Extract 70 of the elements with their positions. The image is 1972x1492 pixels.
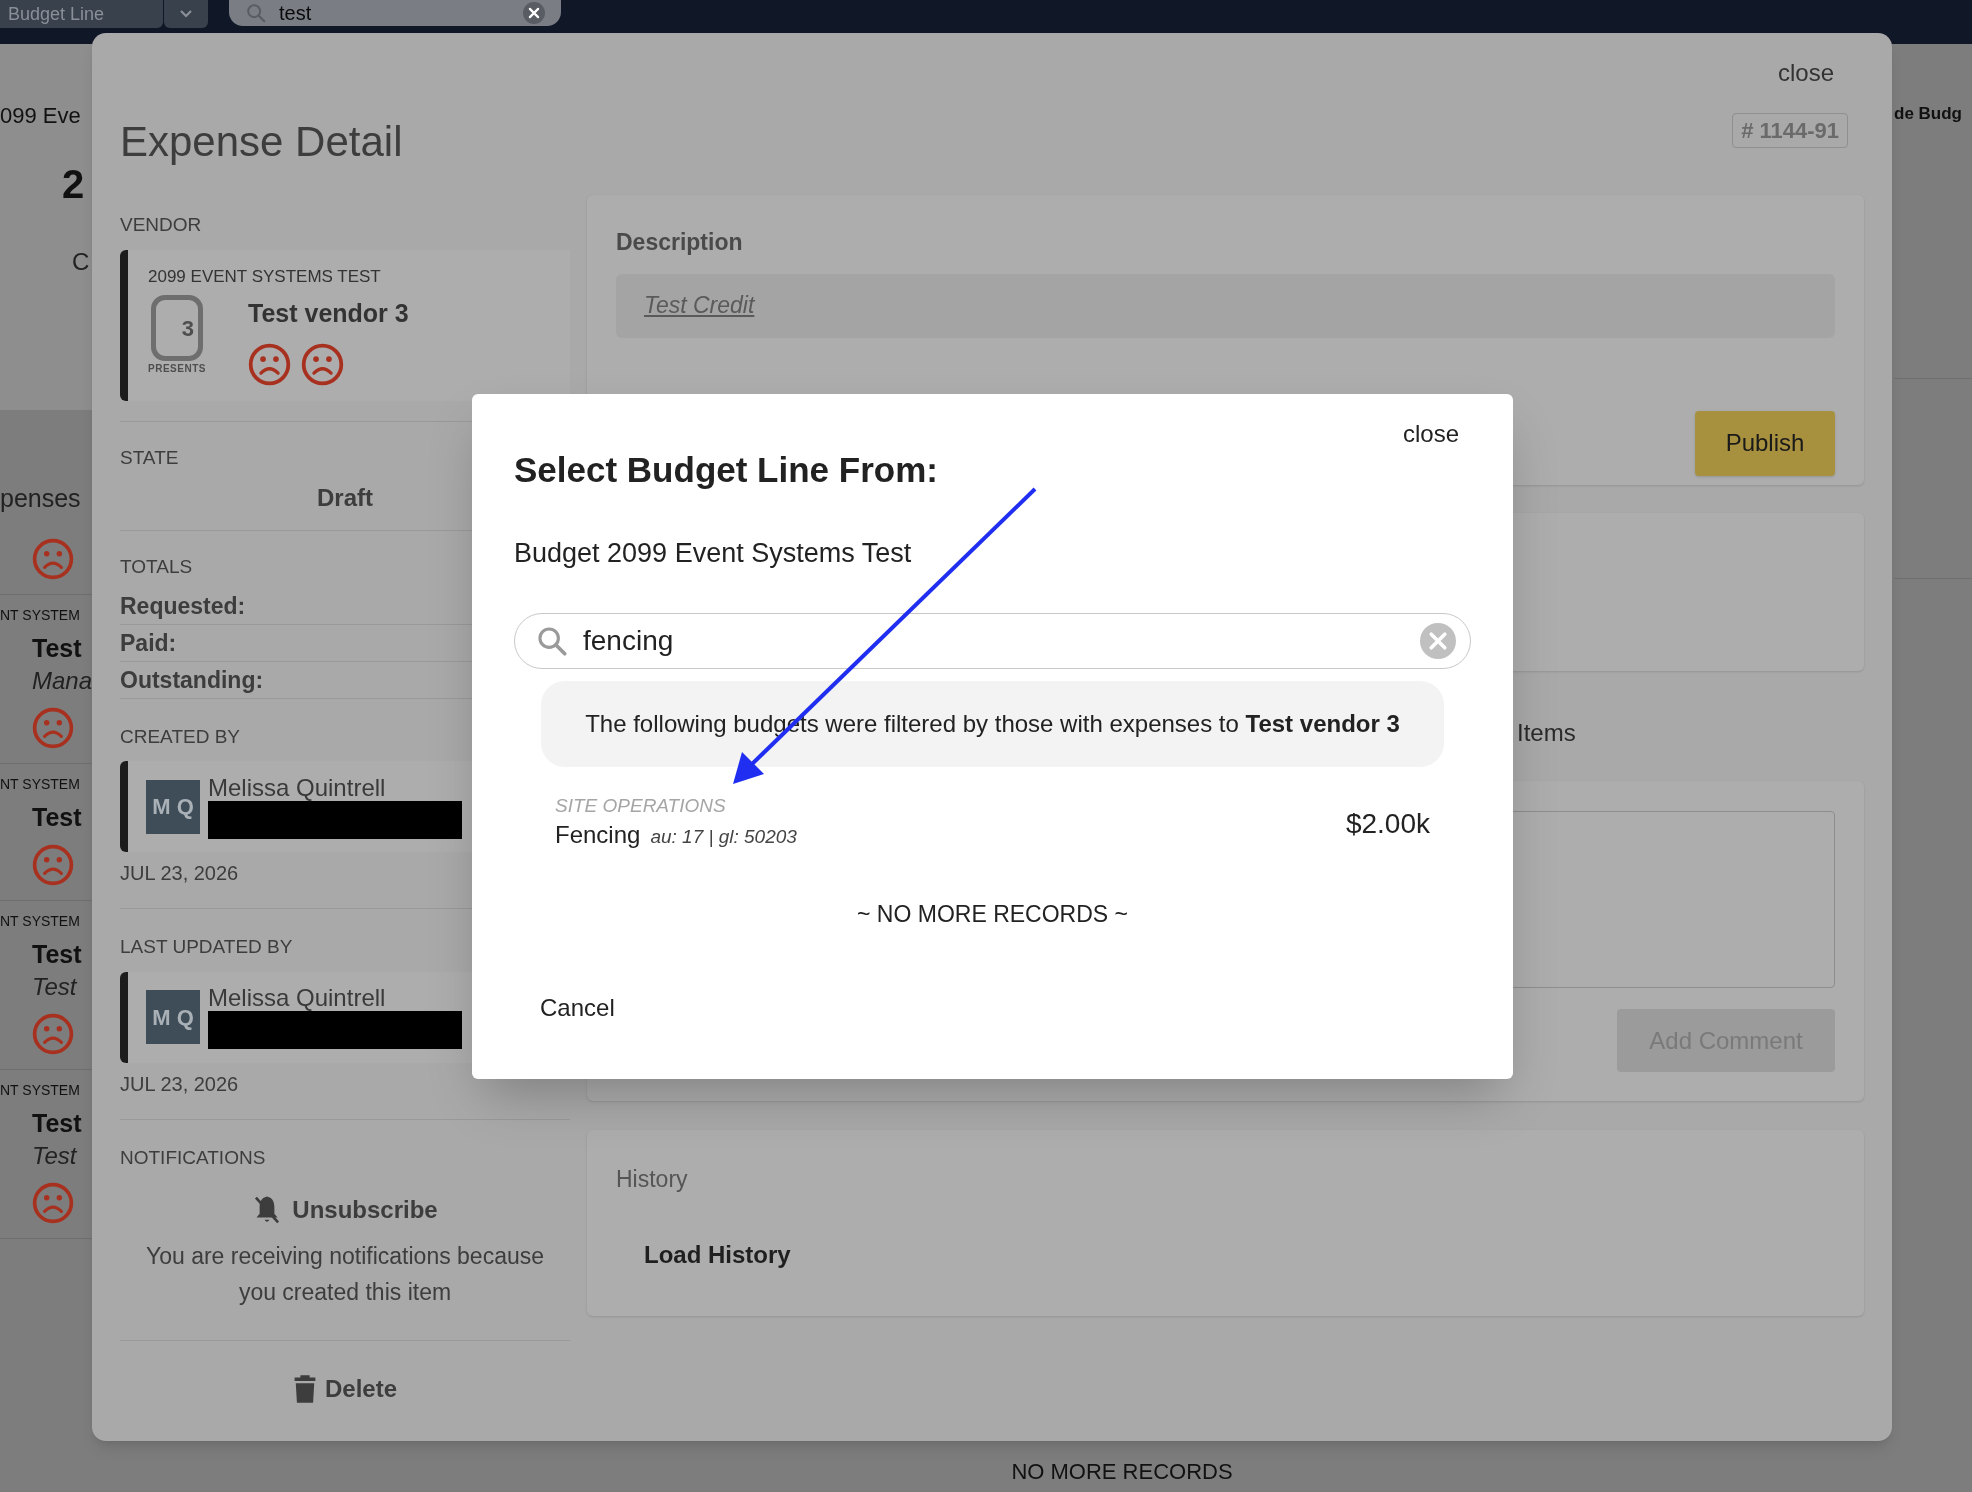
item-note: Mana bbox=[32, 665, 92, 696]
modal-close-button[interactable]: close bbox=[1402, 416, 1459, 452]
publish-button[interactable]: Publish bbox=[1695, 410, 1835, 476]
history-label: History bbox=[616, 1165, 689, 1194]
line-codes: au: 17 | gl: 50203 bbox=[650, 825, 797, 849]
caption-text: C bbox=[71, 247, 91, 277]
item-name: Test bbox=[32, 632, 83, 664]
sad-face-icon bbox=[32, 1012, 74, 1055]
expense-number-badge: # 1144-91 bbox=[1732, 113, 1848, 148]
sad-face-icon bbox=[248, 342, 291, 386]
sad-face-icon bbox=[301, 342, 344, 386]
item-group: NT SYSTEM bbox=[0, 910, 92, 931]
notification-note: You are receiving notifications because you created this item bbox=[144, 1242, 546, 1307]
item-note: Test bbox=[32, 1140, 78, 1171]
description-label: Description bbox=[616, 228, 744, 257]
item-group: NT SYSTEM bbox=[0, 773, 92, 794]
cancel-button[interactable]: Cancel bbox=[540, 989, 615, 1026]
trash-icon bbox=[292, 1374, 317, 1404]
item-group: NT SYSTEM bbox=[0, 604, 92, 625]
vendor-name: Test vendor 3 bbox=[248, 298, 409, 329]
no-more-records-text: ~ NO MORE RECORDS ~ bbox=[857, 900, 1128, 929]
dropdown-caret-icon[interactable] bbox=[164, 0, 208, 28]
item-note: Test bbox=[32, 971, 78, 1002]
budget-line-row[interactable]: SITE OPERATIONS Fencing au: 17 | gl: 50203 $2.00k bbox=[541, 795, 1444, 853]
sad-face-icon bbox=[32, 706, 74, 749]
item-name: Test bbox=[32, 938, 83, 970]
search-icon bbox=[535, 624, 569, 658]
items-heading: Items bbox=[1517, 718, 1576, 748]
logo-caption: PRESENTS bbox=[148, 362, 206, 376]
search-value: test bbox=[279, 2, 313, 24]
line-group: SITE OPERATIONS bbox=[555, 795, 797, 817]
sad-face-icon bbox=[32, 537, 74, 580]
dialog-title: Expense Detail bbox=[120, 117, 403, 167]
sad-face-icon bbox=[32, 1181, 74, 1224]
avatar-initials: M Q bbox=[146, 779, 200, 834]
item-group: NT SYSTEM bbox=[0, 1079, 92, 1100]
section-label: VENDOR bbox=[120, 213, 203, 237]
date-text: JUL 23, 2026 bbox=[120, 861, 240, 886]
description-field[interactable]: Test Credit bbox=[616, 273, 1835, 338]
person-name: Melissa Quintrell bbox=[208, 985, 387, 1011]
section-label: CREATED BY bbox=[120, 724, 241, 749]
section-label: LAST UPDATED BY bbox=[120, 935, 294, 959]
close-button[interactable]: close bbox=[1777, 55, 1834, 91]
modal-title: Select Budget Line From: bbox=[514, 449, 938, 491]
state-value: Draft bbox=[317, 483, 373, 513]
item-name: Test bbox=[32, 1107, 83, 1139]
clear-icon[interactable] bbox=[523, 2, 545, 24]
vendor-card[interactable]: 2099 EVENT SYSTEMS TEST 3 PRESENTS Test vendor 3 bbox=[120, 249, 570, 401]
logo-mark: 3 bbox=[181, 314, 194, 343]
budget-header-text: de Budg bbox=[1894, 103, 1963, 125]
section-title: penses bbox=[0, 483, 82, 514]
budget-line-dropdown[interactable]: Budget Line bbox=[0, 0, 163, 28]
line-name: Fencing bbox=[555, 820, 641, 850]
avatar-initials: M Q bbox=[146, 990, 200, 1044]
budget-name: Budget 2099 Event Systems Test bbox=[514, 536, 913, 570]
top-search-field[interactable]: test bbox=[229, 0, 561, 26]
sad-face-icon bbox=[32, 843, 74, 886]
person-name: Melissa Quintrell bbox=[208, 774, 387, 801]
budget-title: 099 Eve bbox=[0, 102, 82, 130]
item-name: Test bbox=[32, 801, 83, 833]
section-label: NOTIFICATIONS bbox=[120, 1145, 267, 1170]
search-icon bbox=[245, 2, 267, 24]
total-value: 2 bbox=[61, 161, 86, 208]
no-more-records-text: NO MORE RECORDS bbox=[1011, 1458, 1233, 1486]
delete-button[interactable]: Delete bbox=[292, 1371, 397, 1407]
vendor-budget: 2099 EVENT SYSTEMS TEST bbox=[148, 265, 382, 288]
load-history-button[interactable]: Load History bbox=[644, 1236, 791, 1273]
date-text: JUL 23, 2026 bbox=[120, 1071, 240, 1097]
unsubscribe-button[interactable]: Unsubscribe bbox=[252, 1192, 438, 1228]
line-amount: $2.00k bbox=[1345, 807, 1430, 841]
